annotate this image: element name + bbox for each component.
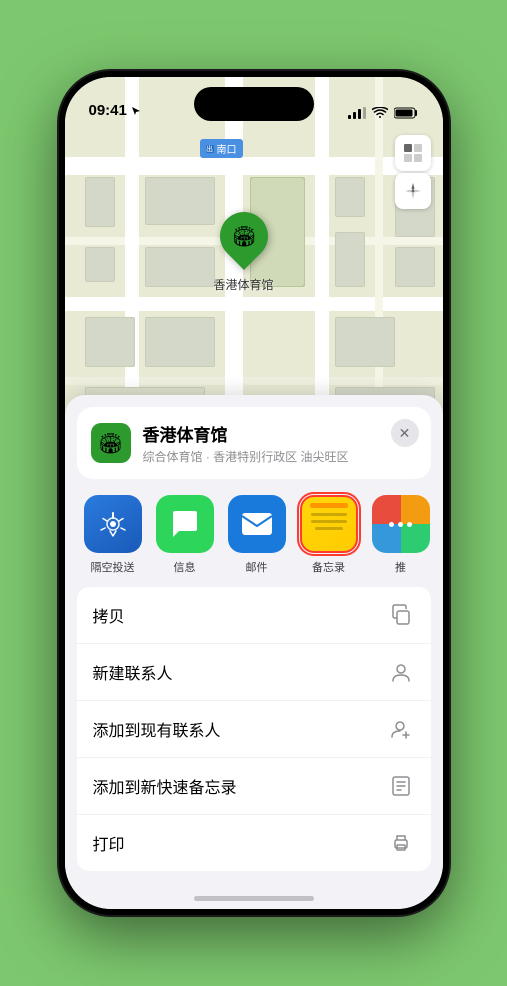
menu-item-add-notes[interactable]: 添加到新快速备忘录 (77, 758, 431, 815)
close-button[interactable]: ✕ (391, 419, 419, 447)
airdrop-icon (84, 495, 142, 553)
notes-line-1 (311, 513, 347, 516)
more-label: 推 (395, 559, 406, 575)
dynamic-island (194, 87, 314, 121)
share-item-more[interactable]: 推 (365, 495, 437, 575)
bottom-spacer (65, 879, 443, 909)
add-existing-icon (387, 715, 415, 743)
menu-item-print[interactable]: 打印 (77, 815, 431, 871)
bottom-sheet: 🏟 香港体育馆 综合体育馆 · 香港特别行政区 油尖旺区 ✕ (65, 395, 443, 909)
location-arrow-icon (131, 106, 141, 116)
signal-icon (348, 107, 366, 119)
add-notes-label: 添加到新快速备忘录 (93, 774, 237, 798)
map-label-dot: 出 (206, 145, 214, 153)
location-pin: 🏟 香港体育馆 (213, 212, 273, 293)
map-type-icon (403, 143, 423, 163)
phone-screen: 09:41 (65, 77, 443, 909)
menu-item-add-existing[interactable]: 添加到现有联系人 (77, 701, 431, 758)
menu-section: 拷贝 新建联系人 (77, 587, 431, 871)
share-item-notes[interactable]: 备忘录 (293, 495, 365, 575)
compass-icon (404, 182, 422, 200)
home-indicator (194, 896, 314, 901)
location-info: 香港体育馆 综合体育馆 · 香港特别行政区 油尖旺区 (143, 421, 417, 465)
notes-line-3 (315, 527, 343, 530)
location-button[interactable] (395, 173, 431, 209)
copy-label: 拷贝 (93, 603, 125, 627)
pin-emoji: 🏟 (231, 224, 256, 249)
print-label: 打印 (93, 831, 125, 855)
new-contact-icon (387, 658, 415, 686)
share-item-mail[interactable]: 邮件 (221, 495, 293, 575)
battery-icon (394, 107, 419, 119)
wifi-icon (372, 107, 388, 119)
location-card: 🏟 香港体育馆 综合体育馆 · 香港特别行政区 油尖旺区 ✕ (77, 407, 431, 479)
notes-line-2 (311, 520, 347, 523)
status-icons (348, 107, 419, 119)
location-card-icon: 🏟 (91, 423, 131, 463)
map-controls (395, 135, 431, 211)
status-time: 09:41 (89, 102, 127, 119)
print-icon (387, 829, 415, 857)
location-card-subtitle: 综合体育馆 · 香港特别行政区 油尖旺区 (143, 448, 417, 465)
share-row: 隔空投送 信息 (65, 487, 443, 587)
mail-label: 邮件 (246, 559, 268, 575)
messages-label: 信息 (174, 559, 196, 575)
pin-label: 香港体育馆 (213, 276, 273, 293)
map-south-gate-text: 南口 (217, 141, 237, 156)
notes-header-line (310, 503, 348, 508)
share-item-airdrop[interactable]: 隔空投送 (77, 495, 149, 575)
airdrop-symbol (98, 509, 128, 539)
notes-icon (300, 495, 358, 553)
menu-item-copy[interactable]: 拷贝 (77, 587, 431, 644)
more-icon (372, 495, 430, 553)
add-notes-icon (387, 772, 415, 800)
map-type-button[interactable] (395, 135, 431, 171)
notes-label: 备忘录 (312, 559, 345, 575)
add-existing-label: 添加到现有联系人 (93, 717, 221, 741)
menu-item-new-contact[interactable]: 新建联系人 (77, 644, 431, 701)
new-contact-label: 新建联系人 (93, 660, 173, 684)
messages-icon (156, 495, 214, 553)
location-card-name: 香港体育馆 (143, 421, 417, 446)
share-item-messages[interactable]: 信息 (149, 495, 221, 575)
mail-icon (228, 495, 286, 553)
copy-icon (387, 601, 415, 629)
airdrop-label: 隔空投送 (91, 559, 135, 575)
map-south-gate-label: 出 南口 (200, 139, 243, 158)
mail-symbol (240, 511, 274, 537)
phone-frame: 09:41 (59, 71, 449, 915)
messages-symbol (169, 509, 201, 539)
